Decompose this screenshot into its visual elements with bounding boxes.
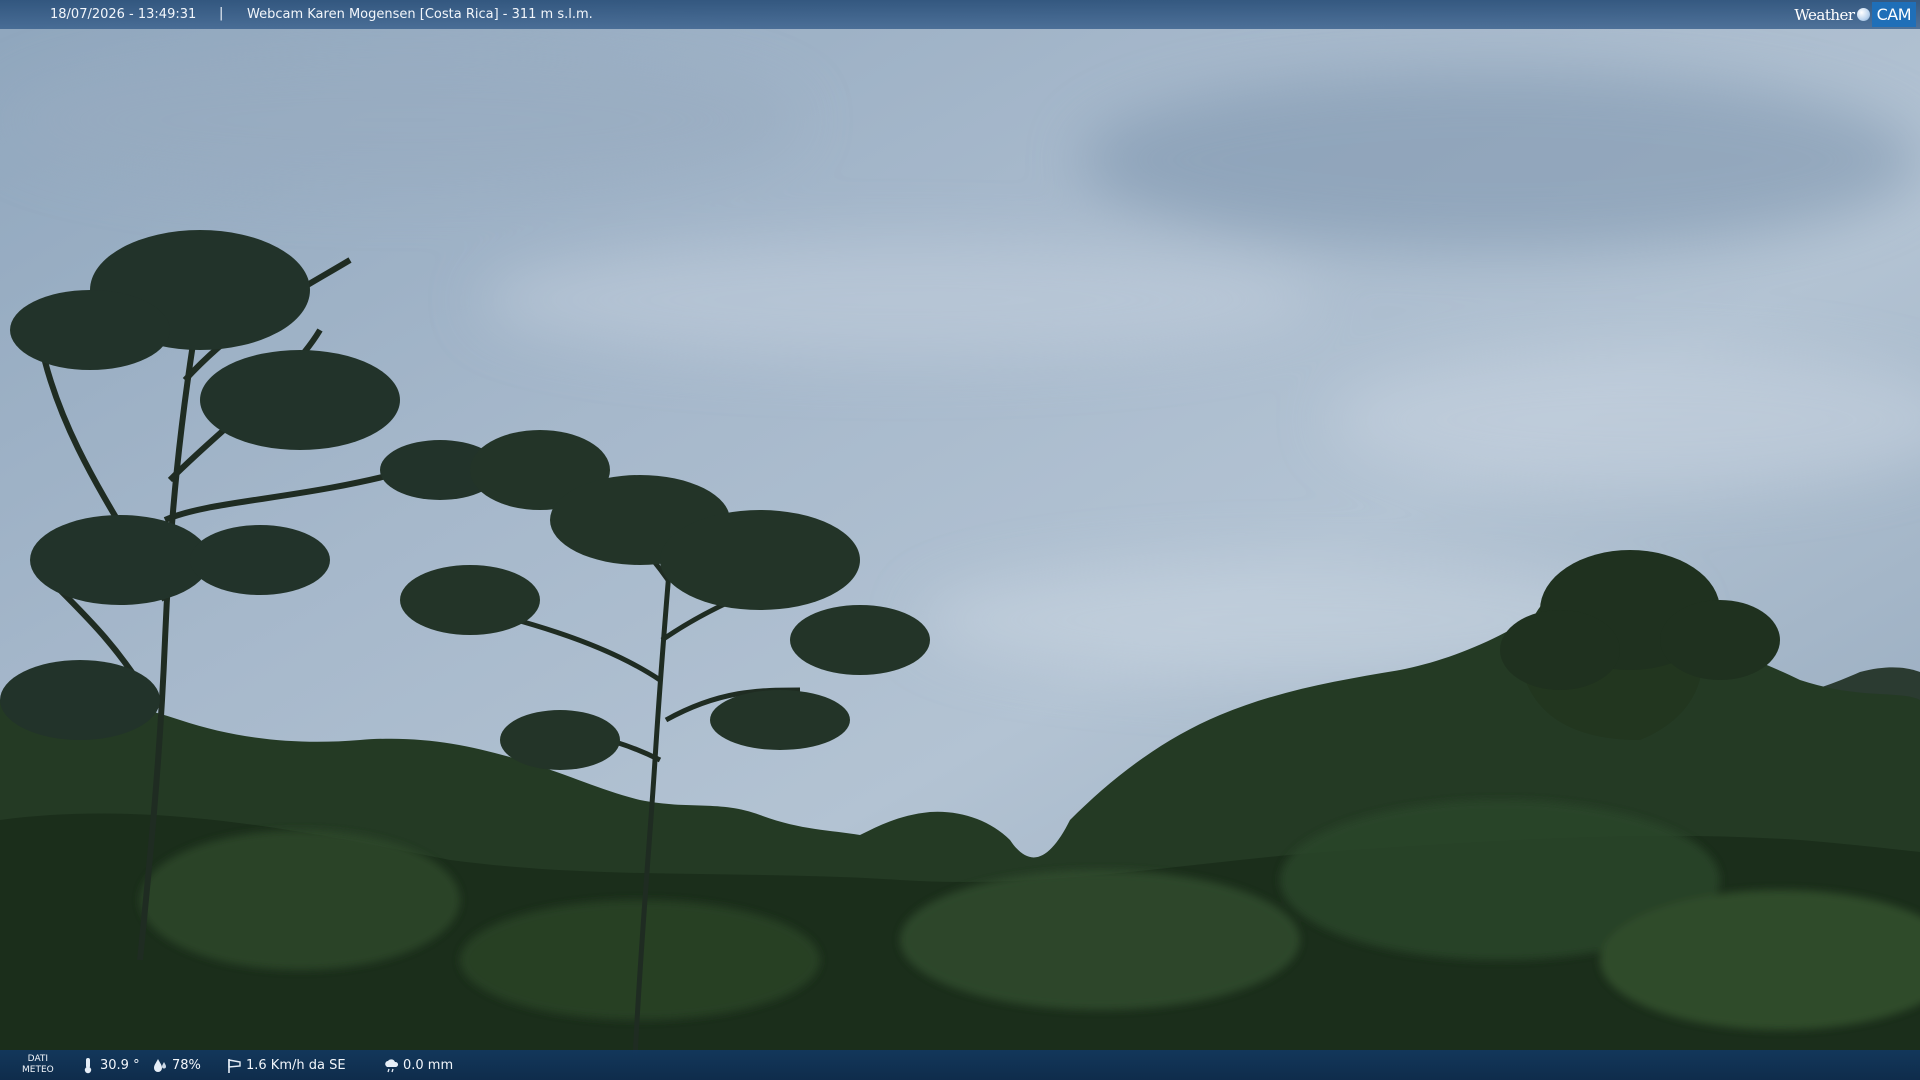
globe-icon [1856, 8, 1870, 21]
humidity-value: 78% [172, 1058, 201, 1073]
rain-reading: 0.0 mm [383, 1057, 453, 1074]
humidity-reading: 78% [152, 1057, 201, 1074]
wind-reading: 1.6 Km/h da SE [226, 1057, 346, 1074]
wind-value: 1.6 Km/h da SE [246, 1058, 346, 1073]
temperature-value: 30.9 ° [100, 1058, 140, 1073]
rain-cloud-icon [385, 1059, 399, 1073]
separator: | [219, 6, 224, 21]
weather-data-bar: DATI METEO 30.9 ° 78% 1.6 Km/h da SE 0.0… [0, 1050, 1920, 1080]
weathercam-logo: Weather CAM [1794, 0, 1920, 29]
thermometer-icon [84, 1058, 92, 1074]
logo-weather-text: Weather [1794, 5, 1855, 24]
temperature-reading: 30.9 ° [80, 1057, 140, 1074]
webcam-title: Webcam Karen Mogensen [Costa Rica] - 311… [247, 7, 593, 22]
wind-sock-icon [228, 1059, 241, 1073]
rain-value: 0.0 mm [403, 1058, 454, 1073]
timestamp: 18/07/2026 - 13:49:31 [50, 7, 197, 22]
logo-cam-text: CAM [1871, 2, 1916, 27]
webcam-scene [0, 0, 1920, 1080]
top-info-bar: 18/07/2026 - 13:49:31 | Webcam Karen Mog… [0, 0, 1920, 29]
humidity-drops-icon [154, 1059, 166, 1072]
weather-data-label: DATI METEO [22, 1054, 54, 1075]
